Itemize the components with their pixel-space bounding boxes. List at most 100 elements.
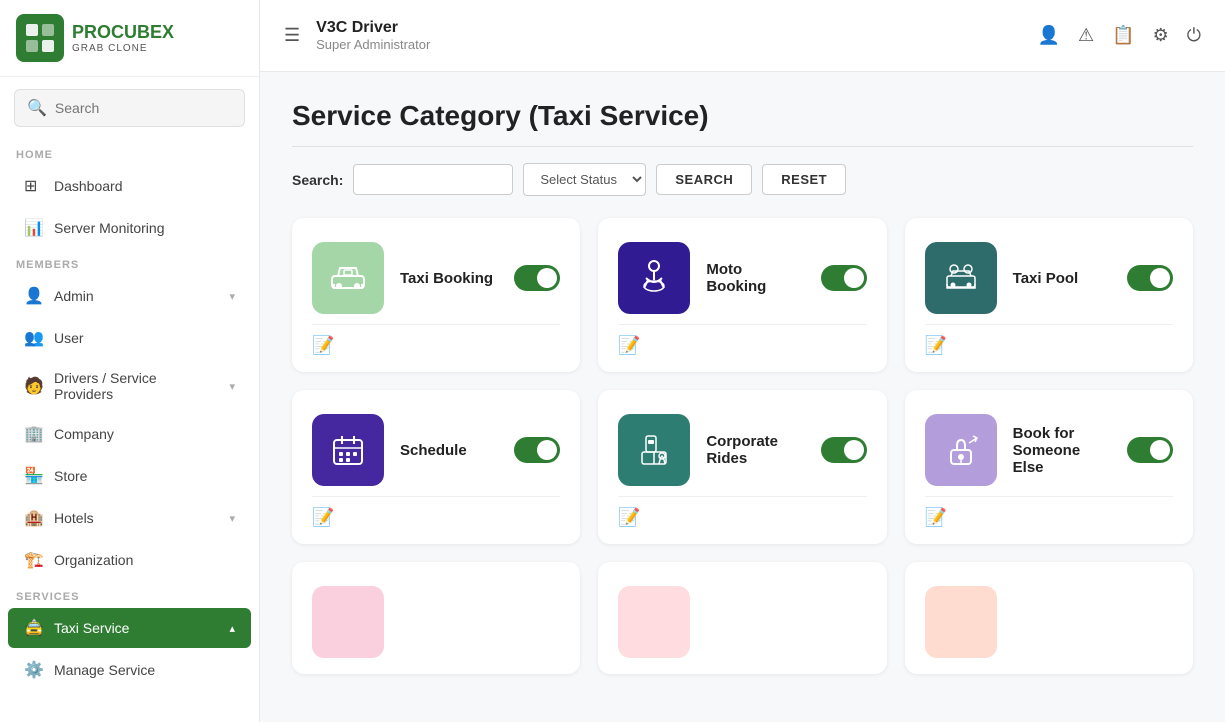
search-icon: 🔍 [27,98,47,118]
settings-icon[interactable]: ⚙ [1153,25,1169,46]
menu-icon[interactable]: ☰ [284,25,300,46]
sidebar-item-label: Drivers / Service Providers [54,370,219,402]
logo-brand-pro: PRO [72,22,111,42]
search-input[interactable] [353,164,513,195]
manage-service-icon: ⚙️ [24,660,44,680]
search-button[interactable]: SEARCH [656,164,752,195]
header-icons: 👤 ⚠ 📋 ⚙ ⏻ [1038,25,1201,46]
sidebar-item-company[interactable]: 🏢 Company [8,414,251,454]
organization-icon: 🏗️ [24,550,44,570]
sidebar-item-label: Store [54,468,235,484]
section-services: SERVICES [0,581,259,607]
sidebar-item-taxi-service[interactable]: 🚖 Taxi Service ▴ [8,608,251,648]
service-card-partial-2 [598,562,886,674]
card-footer: 📝 [618,496,866,528]
schedule-toggle[interactable] [514,437,560,463]
service-grid: Taxi Booking 📝 [292,218,1193,674]
chevron-down-icon: ▾ [229,380,235,393]
service-icon-box [925,242,997,314]
sidebar-item-label: Manage Service [54,662,235,678]
card-label: Schedule [400,442,498,459]
service-icon-box [618,242,690,314]
sidebar-item-admin[interactable]: 👤 Admin ▾ [8,276,251,316]
reset-button[interactable]: RESET [762,164,846,195]
admin-icon: 👤 [24,286,44,306]
service-icon-box [925,414,997,486]
service-card-moto-booking: Moto Booking 📝 [598,218,886,372]
card-label: Taxi Pool [1013,270,1111,287]
section-members: MEMBERS [0,249,259,275]
sidebar-item-user[interactable]: 👥 User [8,318,251,358]
sidebar-item-drivers-service-providers[interactable]: 🧑 Drivers / Service Providers ▾ [8,360,251,412]
card-footer: 📝 [618,324,866,356]
sidebar-search[interactable]: 🔍 [14,89,245,127]
sidebar-item-organization[interactable]: 🏗️ Organization [8,540,251,580]
sidebar-item-label: Taxi Service [54,620,219,636]
moto-booking-toggle[interactable] [821,265,867,291]
taxi-booking-toggle[interactable] [514,265,560,291]
schedule-icon [326,428,370,472]
card-main [618,586,866,658]
taxi-pool-toggle[interactable] [1127,265,1173,291]
filter-bar: Search: Select Status Active Inactive SE… [292,163,1193,196]
sidebar-item-dashboard[interactable]: ⊞ Dashboard [8,166,251,206]
edit-icon[interactable]: 📝 [925,507,947,528]
server-monitoring-icon: 📊 [24,218,44,238]
taxi-service-icon: 🚖 [24,618,44,638]
logo-icon [16,14,64,62]
card-main [925,586,1173,658]
taxi-booking-icon [326,256,370,300]
card-main: Taxi Booking [312,242,560,314]
edit-icon[interactable]: 📝 [312,335,334,356]
edit-icon[interactable]: 📝 [618,507,640,528]
service-icon-box [312,586,384,658]
service-card-partial-1 [292,562,580,674]
edit-icon[interactable]: 📝 [618,335,640,356]
sidebar-item-server-monitoring[interactable]: 📊 Server Monitoring [8,208,251,248]
card-main: Taxi Pool [925,242,1173,314]
corporate-rides-toggle[interactable] [821,437,867,463]
sidebar-item-label: Company [54,426,235,442]
service-card-partial-3 [905,562,1193,674]
card-label: Taxi Booking [400,270,498,287]
dashboard-icon: ⊞ [24,176,44,196]
sidebar-item-label: Dashboard [54,178,235,194]
main-content: ☰ V3C Driver Super Administrator 👤 ⚠ 📋 ⚙… [260,0,1225,722]
status-select[interactable]: Select Status Active Inactive [523,163,646,196]
user-icon: 👥 [24,328,44,348]
user-profile-icon[interactable]: 👤 [1038,25,1060,46]
card-label: Book for Someone Else [1013,425,1111,476]
chevron-down-icon: ▾ [229,290,235,303]
book-someone-else-toggle[interactable] [1127,437,1173,463]
header: ☰ V3C Driver Super Administrator 👤 ⚠ 📋 ⚙… [260,0,1225,72]
search-label: Search: [292,172,343,188]
page-content: Service Category (Taxi Service) Search: … [260,72,1225,722]
taxi-pool-icon [939,256,983,300]
card-footer: 📝 [925,324,1173,356]
card-main: Moto Booking [618,242,866,314]
document-icon[interactable]: 📋 [1112,25,1134,46]
service-icon-box [618,586,690,658]
edit-icon[interactable]: 📝 [925,335,947,356]
card-footer: 📝 [925,496,1173,528]
sidebar-item-manage-service[interactable]: ⚙️ Manage Service [8,650,251,690]
card-main: Corporate Rides [618,414,866,486]
header-title: V3C Driver [316,19,430,37]
logo-brand-cubex: CUBEX [111,22,174,42]
page-title: Service Category (Taxi Service) [292,100,1193,147]
sidebar-item-hotels[interactable]: 🏨 Hotels ▾ [8,498,251,538]
hotels-icon: 🏨 [24,508,44,528]
header-info: V3C Driver Super Administrator [316,19,430,52]
power-icon[interactable]: ⏻ [1187,25,1201,46]
sidebar-item-label: Hotels [54,510,219,526]
sidebar-item-label: User [54,330,235,346]
sidebar: PROCUBEX GRAB CLONE 🔍 HOME ⊞ Dashboard 📊… [0,0,260,722]
logo-text: PROCUBEX GRAB CLONE [72,22,174,54]
search-input[interactable] [55,100,232,116]
card-label: Moto Booking [706,261,804,295]
sidebar-item-label: Organization [54,552,235,568]
sidebar-item-store[interactable]: 🏪 Store [8,456,251,496]
edit-icon[interactable]: 📝 [312,507,334,528]
moto-booking-icon [632,256,676,300]
alert-icon[interactable]: ⚠ [1078,25,1094,46]
